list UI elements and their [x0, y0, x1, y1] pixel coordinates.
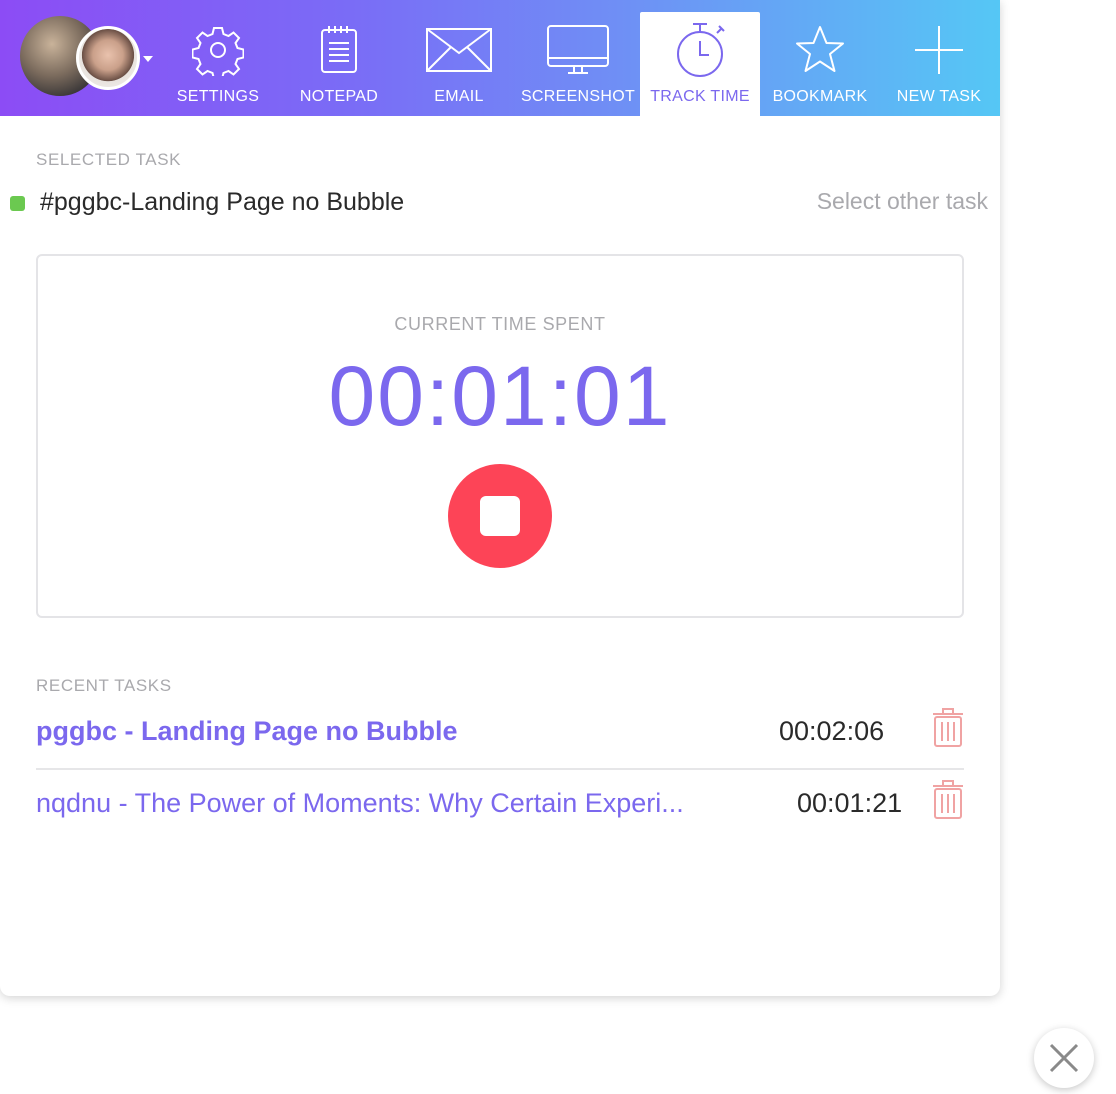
selected-task-name: #pggbc-Landing Page no Bubble	[40, 188, 405, 216]
email-button[interactable]: EMAIL	[399, 0, 519, 116]
selected-task-heading: SELECTED TASK	[36, 150, 182, 169]
tool-label: SCREENSHOT	[520, 88, 636, 105]
tool-label: NEW TASK	[896, 88, 982, 105]
star-icon	[793, 22, 847, 78]
list-item: nqdnu - The Power of Moments: Why Certai…	[36, 778, 964, 838]
track-time-tab[interactable]: TRACK TIME	[640, 12, 760, 116]
list-item: pggbc - Landing Page no Bubble 00:02:06	[36, 706, 964, 766]
stopwatch-icon	[673, 22, 727, 78]
avatar	[76, 26, 140, 90]
tool-label: EMAIL	[434, 88, 484, 105]
tool-label: SETTINGS	[176, 88, 260, 105]
recent-task-time: 00:02:06	[779, 716, 885, 746]
trash-icon[interactable]	[932, 708, 964, 753]
tool-label: BOOKMARK	[772, 88, 868, 105]
new-task-button[interactable]: NEW TASK	[879, 0, 999, 116]
tool-label: TRACK TIME	[650, 88, 750, 105]
bookmark-button[interactable]: BOOKMARK	[760, 0, 880, 116]
plus-icon	[913, 22, 965, 78]
user-avatars[interactable]	[20, 16, 160, 96]
select-other-task-link[interactable]: Select other task	[817, 188, 988, 215]
envelope-icon	[425, 22, 493, 78]
timer-caption: CURRENT TIME SPENT	[394, 314, 606, 334]
close-icon	[1049, 1043, 1079, 1073]
notepad-icon	[319, 22, 359, 78]
timer-display: 00:01:01	[328, 349, 672, 443]
recent-task-name[interactable]: pggbc - Landing Page no Bubble	[36, 716, 636, 747]
close-button[interactable]	[1034, 1028, 1094, 1088]
screenshot-button[interactable]: SCREENSHOT	[518, 0, 638, 116]
stop-timer-button[interactable]	[448, 464, 552, 568]
notepad-button[interactable]: NOTEPAD	[279, 0, 399, 116]
settings-button[interactable]: SETTINGS	[158, 0, 278, 116]
trash-icon[interactable]	[932, 780, 964, 825]
recent-tasks-heading: RECENT TASKS	[36, 676, 172, 695]
stop-icon	[480, 496, 520, 536]
caret-down-icon[interactable]	[143, 56, 153, 62]
row-divider	[36, 768, 964, 770]
recent-task-name[interactable]: nqdnu - The Power of Moments: Why Certai…	[36, 788, 784, 819]
tool-label: NOTEPAD	[299, 88, 379, 105]
monitor-icon	[546, 22, 610, 78]
task-status-indicator	[10, 196, 25, 211]
timer-card: CURRENT TIME SPENT 00:01:01	[36, 254, 964, 618]
top-toolbar: SETTINGS NOTEPAD EMAIL SCREENSHOT TRACK …	[0, 0, 1000, 116]
time-tracker-panel: SETTINGS NOTEPAD EMAIL SCREENSHOT TRACK …	[0, 0, 1000, 996]
recent-task-time: 00:01:21	[797, 788, 903, 818]
gear-icon	[192, 22, 244, 78]
